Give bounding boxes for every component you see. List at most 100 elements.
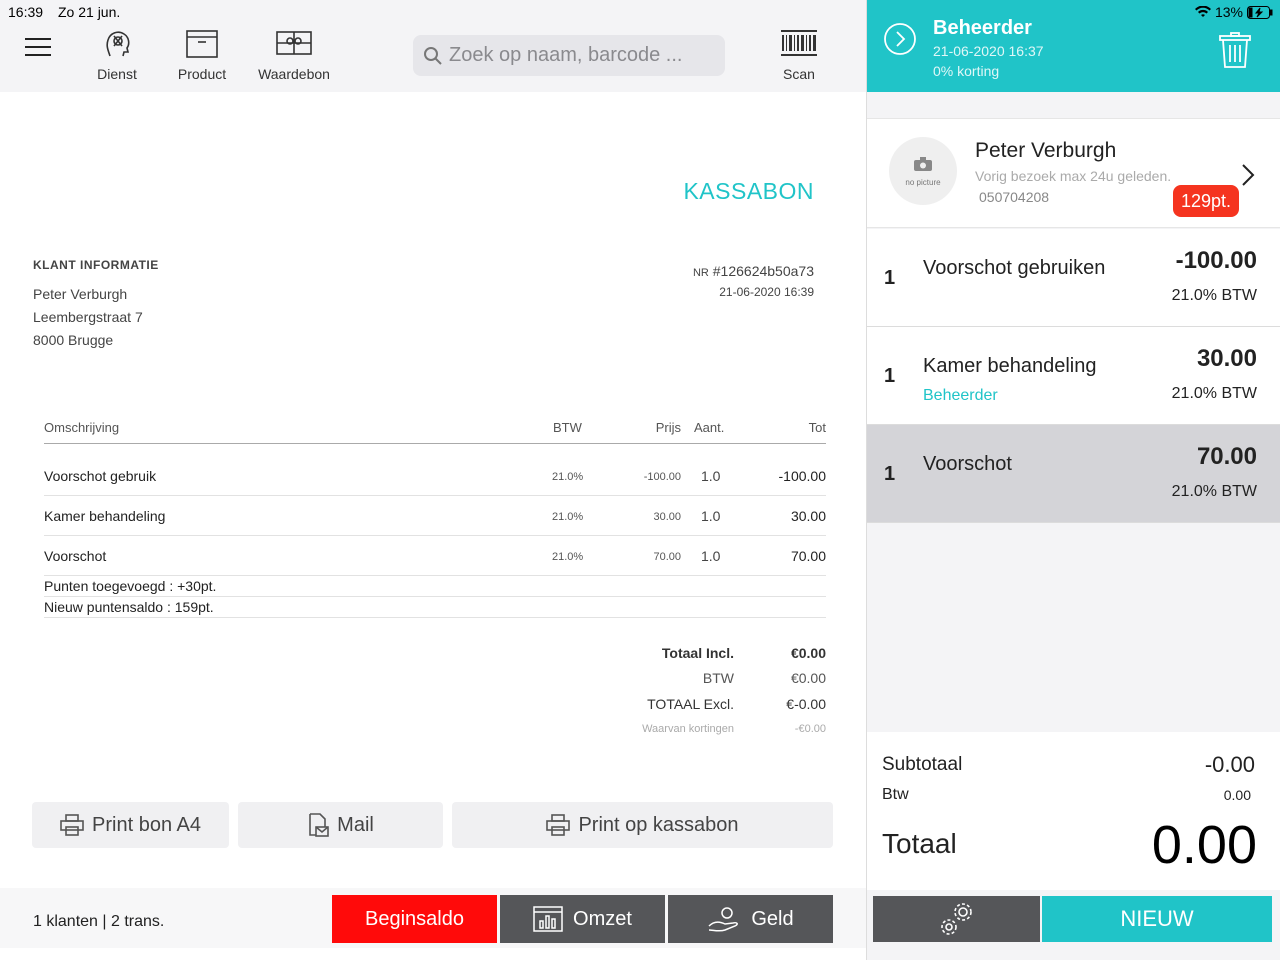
product-button[interactable]: Product bbox=[176, 26, 228, 82]
search-icon bbox=[424, 46, 442, 65]
dienst-label: Dienst bbox=[97, 66, 137, 82]
cart-user: Beheerder bbox=[933, 17, 1032, 39]
chevron-right-circle-icon[interactable] bbox=[883, 22, 917, 56]
line-price: 30.00 bbox=[1196, 345, 1257, 372]
table-row: Voorschot gebruik 21.0% -100.00 1.0 -100… bbox=[44, 456, 826, 496]
total-label: Totaal bbox=[882, 828, 957, 859]
table-header: Omschrijving BTW Prijs Aant. Tot bbox=[44, 420, 826, 444]
col-prijs: Prijs bbox=[655, 420, 681, 435]
beginsaldo-button[interactable]: Beginsaldo bbox=[332, 895, 497, 943]
total-incl-value: €0.00 bbox=[790, 645, 826, 661]
scan-button[interactable]: Scan bbox=[778, 26, 820, 82]
menu-icon[interactable] bbox=[25, 38, 51, 58]
camera-icon bbox=[914, 157, 932, 171]
cart-line[interactable]: 1 Kamer behandeling Beheerder 30.00 21.0… bbox=[867, 327, 1280, 425]
customer-street: Leembergstraat 7 bbox=[33, 309, 143, 325]
customer-last-visit: Vorig bezoek max 24u geleden. bbox=[975, 168, 1172, 184]
row-aant: 1.0 bbox=[701, 468, 721, 484]
printer-icon bbox=[60, 814, 84, 836]
cart-btw-label: Btw bbox=[882, 786, 909, 803]
row-prijs: 30.00 bbox=[653, 511, 681, 523]
subtotal-label: Subtotaal bbox=[882, 754, 963, 775]
receipt-number: NR #126624b50a73 bbox=[693, 263, 814, 279]
col-btw: BTW bbox=[553, 420, 582, 435]
line-name: Kamer behandeling bbox=[923, 355, 1097, 377]
no-picture-text: no picture bbox=[905, 178, 941, 187]
col-aant: Aant. bbox=[694, 420, 725, 435]
row-btw: 21.0% bbox=[552, 551, 584, 563]
discount-label: Waarvan kortingen bbox=[642, 723, 734, 735]
beginsaldo-label: Beginsaldo bbox=[365, 907, 464, 930]
battery-percent: 13% bbox=[1214, 4, 1243, 20]
total-value: 0.00 bbox=[1151, 815, 1257, 875]
receipt-title: KASSABON bbox=[683, 178, 814, 204]
line-price: 70.00 bbox=[1196, 443, 1257, 470]
row-tot: 70.00 bbox=[790, 548, 826, 564]
gears-icon bbox=[940, 903, 972, 935]
cart-header: 13% Beheerder 21-06-2020 16:37 0% kortin… bbox=[867, 0, 1280, 92]
btw-label: BTW bbox=[702, 670, 734, 686]
row-btw: 21.0% bbox=[552, 511, 584, 523]
print-kassabon-label: Print op kassabon bbox=[578, 813, 739, 836]
points-badge: 129pt. bbox=[1173, 185, 1240, 217]
customer-info-heading: KLANT INFORMATIE bbox=[33, 258, 159, 272]
cart-line[interactable]: 1 Voorschot gebruiken -100.00 21.0% BTW bbox=[867, 229, 1280, 327]
mail-document-icon bbox=[309, 813, 329, 837]
print-a4-button[interactable]: Print bon A4 bbox=[32, 802, 229, 848]
line-vat: 21.0% BTW bbox=[1171, 287, 1257, 304]
nieuw-button[interactable]: NIEUW bbox=[1042, 896, 1272, 942]
line-vat: 21.0% BTW bbox=[1171, 483, 1257, 500]
omzet-label: Omzet bbox=[573, 907, 632, 930]
customer-phone: 050704208 bbox=[979, 189, 1050, 205]
line-name: Voorschot gebruiken bbox=[923, 257, 1106, 279]
search-box[interactable] bbox=[413, 35, 725, 76]
omzet-button[interactable]: Omzet bbox=[500, 895, 665, 943]
customer-card[interactable]: no picture Peter Verburgh Vorig bezoek m… bbox=[867, 118, 1280, 228]
waardebon-label: Waardebon bbox=[258, 66, 330, 82]
stats-text: 1 klanten | 2 trans. bbox=[33, 913, 165, 930]
search-input[interactable] bbox=[449, 44, 719, 67]
cart-line-selected[interactable]: 1 Voorschot 70.00 21.0% BTW bbox=[867, 425, 1280, 523]
row-aant: 1.0 bbox=[701, 548, 721, 564]
mail-button[interactable]: Mail bbox=[238, 802, 443, 848]
table-row: Kamer behandeling 21.0% 30.00 1.0 30.00 bbox=[44, 496, 826, 536]
waardebon-button[interactable]: Waardebon bbox=[257, 26, 331, 82]
geld-label: Geld bbox=[751, 907, 794, 930]
customer-name: Peter Verburgh bbox=[33, 286, 128, 302]
btw-value: €0.00 bbox=[790, 670, 826, 686]
bar-chart-icon bbox=[533, 906, 563, 932]
nieuw-label: NIEUW bbox=[1120, 906, 1194, 931]
row-prijs: 70.00 bbox=[653, 551, 681, 563]
scan-label: Scan bbox=[783, 66, 815, 82]
subtotal-value: -0.00 bbox=[1204, 752, 1255, 777]
settings-button[interactable] bbox=[873, 896, 1040, 942]
geld-button[interactable]: Geld bbox=[668, 895, 833, 943]
table-row: Voorschot 21.0% 70.00 1.0 70.00 bbox=[44, 536, 826, 576]
row-desc: Voorschot bbox=[44, 548, 107, 564]
battery-charging-icon bbox=[1247, 5, 1273, 19]
receipt-pane: 16:39 Zo 21 jun. Dienst Product Waardebo… bbox=[0, 0, 866, 960]
printer-icon bbox=[546, 814, 571, 836]
box-icon bbox=[186, 30, 218, 58]
col-tot: Tot bbox=[808, 420, 826, 435]
total-excl-label: TOTAAL Excl. bbox=[647, 696, 734, 712]
print-kassabon-button[interactable]: Print op kassabon bbox=[452, 802, 833, 848]
avatar: no picture bbox=[889, 137, 957, 205]
row-desc: Voorschot gebruik bbox=[44, 468, 157, 484]
chevron-right-icon[interactable] bbox=[1241, 163, 1255, 187]
receipt-number-value: #126624b50a73 bbox=[712, 263, 814, 279]
barcode-icon bbox=[781, 30, 817, 56]
trash-icon[interactable] bbox=[1219, 32, 1251, 68]
cart-discount: 0% korting bbox=[933, 63, 1000, 79]
mail-label: Mail bbox=[337, 813, 374, 836]
dienst-button[interactable]: Dienst bbox=[95, 26, 139, 82]
row-tot: -100.00 bbox=[778, 468, 826, 484]
gift-voucher-icon bbox=[276, 31, 312, 55]
row-prijs: -100.00 bbox=[643, 471, 681, 483]
total-excl-value: €-0.00 bbox=[786, 696, 826, 712]
row-aant: 1.0 bbox=[701, 508, 721, 524]
row-btw: 21.0% bbox=[552, 471, 584, 483]
line-qty: 1 bbox=[884, 267, 896, 289]
line-name: Voorschot bbox=[923, 453, 1012, 475]
cart-pane: 13% Beheerder 21-06-2020 16:37 0% kortin… bbox=[866, 0, 1280, 960]
